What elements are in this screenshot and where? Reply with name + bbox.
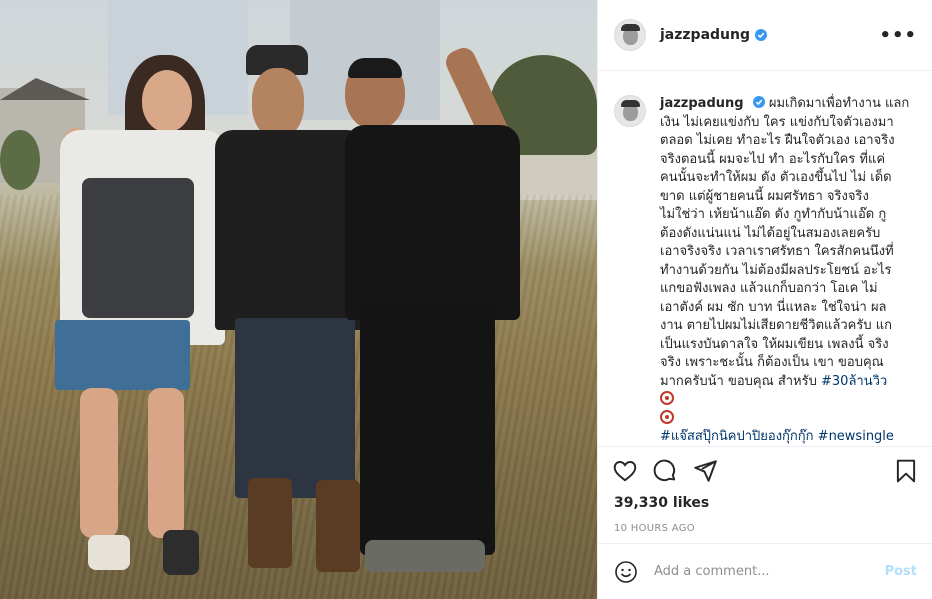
person-middle-face [252, 68, 304, 138]
verified-badge-icon [755, 29, 767, 41]
more-options-button[interactable]: ••• [879, 25, 917, 46]
person-middle-jeans [235, 318, 355, 498]
caption-line: จริงตอนนี้ ผมจะไป ทำ อะไรกับใคร ที่แค่ [660, 151, 886, 167]
comment-bar: Post [598, 543, 932, 599]
caption-text: jazzpadung ผมเกิดมาเพื่อทำงาน แลก เงิน ไ… [660, 95, 909, 446]
avatar[interactable] [614, 19, 646, 51]
post-sidebar: jazzpadung ••• jazzpadung ผมเกิดมาเพื่อท… [597, 0, 932, 599]
post-header: jazzpadung ••• [598, 0, 932, 71]
action-bar [598, 447, 932, 487]
instagram-post: jazzpadung ••• jazzpadung ผมเกิดมาเพื่อท… [0, 0, 932, 599]
caption-username[interactable]: jazzpadung [660, 96, 744, 111]
clown-emoji-icon [660, 391, 674, 405]
post-comment-button[interactable]: Post [885, 564, 917, 579]
hashtag-link[interactable]: #แจ๊สสปุ๊กนิคปาปิยองกุ๊กกุ๊ก [660, 429, 814, 444]
caption-line: มากครับน้า ขอบคุณ สำหรับ [660, 373, 817, 389]
person-left-face [142, 70, 192, 132]
caption-area: jazzpadung ผมเกิดมาเพื่อทำงาน แลก เงิน ไ… [598, 71, 932, 447]
caption-line: เอาตังค์ ผม ซัก บาท นี่แหละ ใช่ใจน่า ผล [660, 299, 887, 315]
caption-line: ผมเกิดมาเพื่อทำงาน แลก [768, 96, 910, 111]
person-right-hair [348, 58, 402, 78]
share-icon[interactable] [692, 458, 718, 484]
person-middle-jacket [215, 130, 365, 330]
clown-emoji-icon [660, 409, 674, 424]
person-right-shirt [345, 125, 520, 320]
caption-line: เงิน ไม่เคยแข่งกับ ใคร แข่งกับใจตัวเองมา [660, 114, 894, 130]
caption-line: ตลอด ไม่เคย ทำอะไร ฝืนใจตัวเอง เอาจริง [660, 133, 895, 148]
person-middle-boot-l [248, 478, 292, 568]
comment-icon[interactable] [652, 458, 678, 484]
person-left-leg-l [80, 388, 118, 538]
comment-input[interactable] [652, 563, 885, 580]
person-middle-boot-r [316, 480, 360, 572]
post-photo[interactable] [0, 0, 597, 599]
person-left-shorts [55, 320, 190, 390]
caption-line: แกขอฟังเพลง แล้วแกก็บอกว่า โอเค ไม่ [660, 281, 878, 296]
band-print [82, 178, 194, 318]
hashtag-link[interactable]: #newsingle [818, 429, 894, 444]
tree-left [0, 130, 40, 190]
caption-line: จริง เพราะชะนั้น ก็ต้องเป็น เขา ขอบคุณ [660, 355, 884, 370]
heart-icon[interactable] [612, 458, 638, 484]
caption-avatar[interactable] [614, 95, 646, 127]
caption-line: ต้องดังแน่นแน่ ไม่ได้อยู่ในสมองเลยครับ [660, 225, 881, 241]
person-left-shoe-r [163, 530, 199, 575]
bookmark-icon[interactable] [893, 458, 919, 484]
header-username[interactable]: jazzpadung [660, 27, 750, 43]
person-left-shoe-l [88, 535, 130, 570]
caption-line: คนนั้นจะทำให้ผม ดัง ตัวเองขึ้นไป ไม่ เด็… [660, 170, 892, 185]
verified-badge-icon [752, 96, 765, 108]
hashtag-link[interactable]: #30ล้านวิว [821, 374, 887, 389]
caption-line: ขาด แต่ผู้ชายคนนี้ ผมศรัทธา จริงจริง [660, 188, 869, 204]
caption-line: เอาจริงจริง เวลาเราศรัทธา ใครสักคนนึงที่ [660, 244, 894, 259]
caption-line: เป็นแรงบันดาลใจ ให้ผมเขียน เพลงนี้ จริง [660, 336, 889, 352]
post-timestamp[interactable]: 10 HOURS AGO [598, 511, 932, 534]
smiley-icon[interactable] [614, 560, 638, 584]
person-right-shoes [365, 540, 485, 572]
like-count[interactable]: 39,330 likes [598, 487, 932, 511]
caption-line: ไม่ใช่ว่า เห้ยน้าแอ๊ด ดัง กูทำกับน้าแอ๊ด… [660, 207, 887, 222]
caption-line: งาน ตายไปผมไม่เสียดายชีวิตแล้วครับ แก [660, 318, 892, 333]
person-left-leg-r [148, 388, 184, 538]
person-right-pants [360, 305, 495, 555]
caption-line: ทำงานด้วยกัน ไม่ต้องมีผลประโยชน์ อะไร [660, 262, 892, 278]
